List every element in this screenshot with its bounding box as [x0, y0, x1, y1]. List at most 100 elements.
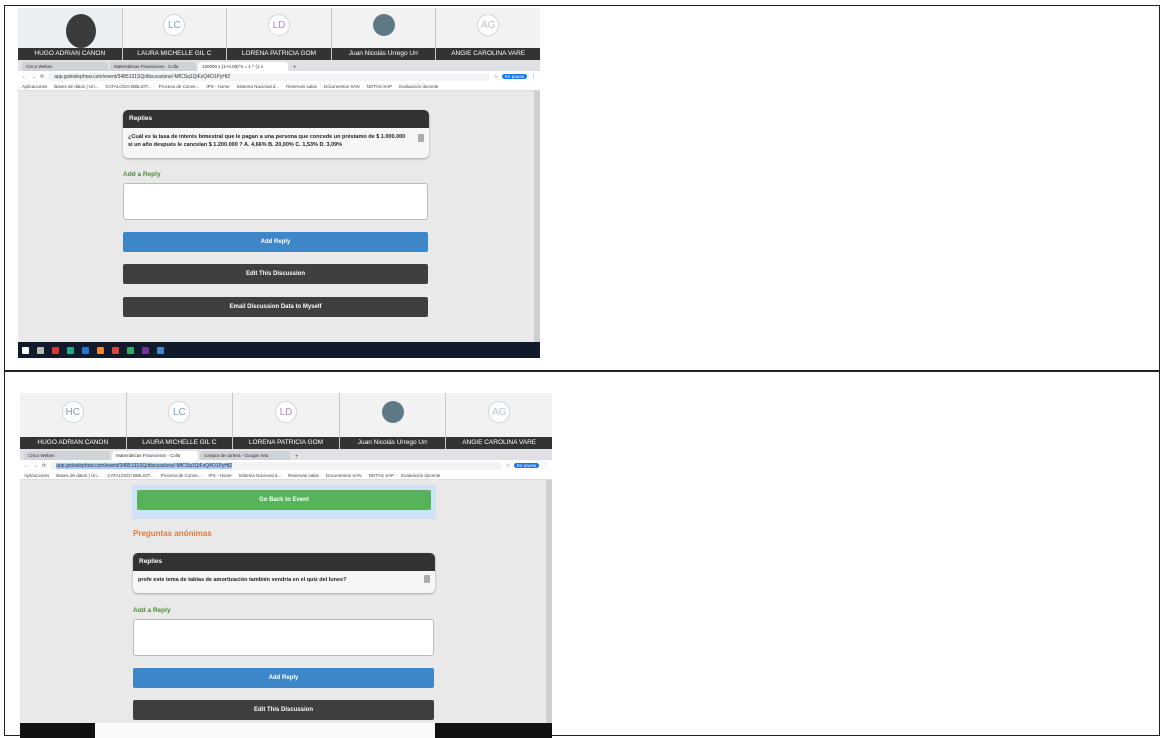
- bookmark[interactable]: CATALOGO BIBLIOT...: [107, 473, 153, 478]
- bookmark[interactable]: CATALOGO BIBLIOT...: [105, 84, 151, 89]
- reload-icon[interactable]: ⟳: [40, 74, 44, 80]
- participant-tile[interactable]: Juan Nicolás Urrego Urr: [331, 8, 437, 60]
- browser-chrome: Cisco Webex Matemáticas Financieras - Co…: [18, 60, 540, 91]
- tab-discussion[interactable]: Matemáticas Financieras - Colla: [110, 62, 196, 71]
- add-reply-label: Add a Reply: [133, 607, 171, 614]
- section-title: Preguntas anónimas: [133, 529, 212, 538]
- trash-icon[interactable]: [418, 134, 424, 142]
- bookmark[interactable]: Documentos SAN: [326, 473, 362, 478]
- reply-text: profe este tema de tablas de amortizació…: [138, 577, 347, 583]
- forward-icon[interactable]: →: [33, 463, 38, 469]
- tab-webex[interactable]: Cisco Webex: [22, 62, 108, 71]
- participant-name: LORENA PATRICIA GOM: [227, 48, 331, 60]
- participant-tile[interactable]: HUGO ADRIAN CANON: [18, 8, 123, 60]
- star-icon[interactable]: ☆: [494, 74, 498, 80]
- avatar-photo: [381, 401, 404, 423]
- taskbar-icon[interactable]: [52, 346, 59, 354]
- back-icon[interactable]: ←: [22, 74, 27, 80]
- menu-icon[interactable]: ⋮: [543, 463, 548, 469]
- participant-tile[interactable]: LC LAURA MICHELLE GIL C: [126, 393, 234, 449]
- reload-icon[interactable]: ⟳: [42, 463, 46, 469]
- taskbar-icon[interactable]: [112, 346, 119, 354]
- address-row: ← → ⟳ app.gotoslephow.com/event/3485131S…: [20, 460, 552, 471]
- avatar: HC: [61, 401, 84, 423]
- participant-tile[interactable]: AG ANGIE CAROLINA VARE: [436, 8, 540, 60]
- reply-text: ¿Cuál es la tasa de interés bimestral qu…: [128, 134, 406, 148]
- avatar-photo: [372, 14, 395, 36]
- avatar: LC: [168, 401, 191, 423]
- bookmark[interactable]: Aplicaciones: [22, 84, 47, 89]
- bookmark[interactable]: Evaluación docente: [401, 473, 440, 478]
- tab-webex[interactable]: Cisco Webex: [24, 451, 110, 460]
- bookmark[interactable]: Sistema Nacional d...: [237, 84, 280, 89]
- avatar: AG: [477, 14, 500, 36]
- taskbar: [18, 342, 540, 358]
- go-back-button[interactable]: Go Back to Event: [137, 490, 431, 510]
- taskbar-icon[interactable]: [97, 346, 104, 354]
- participant-tile[interactable]: LD LORENA PATRICIA GOM: [227, 8, 332, 60]
- participant-tile[interactable]: Juan Nicolás Urrego Urr: [339, 393, 447, 449]
- bookmark[interactable]: Bases de datos | Un...: [54, 84, 98, 89]
- edit-discussion-button[interactable]: Edit This Discussion: [133, 700, 434, 720]
- scrollbar[interactable]: [546, 480, 552, 723]
- avatar: AG: [488, 401, 511, 423]
- participant-tile[interactable]: AG ANGIE CAROLINA VARE: [446, 393, 552, 449]
- reply-textarea[interactable]: [133, 619, 434, 656]
- forward-icon[interactable]: →: [31, 74, 36, 80]
- trash-icon[interactable]: [424, 575, 430, 583]
- avatar: LC: [163, 14, 186, 36]
- participant-tile[interactable]: LC LAURA MICHELLE GIL C: [122, 8, 228, 60]
- bookmark[interactable]: IPS - Home: [206, 84, 229, 89]
- taskbar-icon[interactable]: [157, 346, 164, 354]
- tab-active[interactable]: Matemáticas Financieras - Colla: [112, 451, 198, 460]
- bookmark[interactable]: Proceso de Conve...: [159, 84, 200, 89]
- bookmark[interactable]: Reservas salas: [288, 473, 319, 478]
- profile-pill[interactable]: En pausa: [501, 74, 527, 79]
- bookmarks-bar: Aplicaciones Bases de datos | Un... CATA…: [20, 471, 552, 480]
- menu-icon[interactable]: ⋮: [531, 74, 536, 80]
- taskbar-icon[interactable]: [142, 346, 149, 354]
- back-icon[interactable]: ←: [24, 463, 29, 469]
- bookmark[interactable]: Documentos SAN: [324, 84, 360, 89]
- bookmark[interactable]: Proceso de Conve...: [161, 473, 202, 478]
- bookmarks-bar: Aplicaciones Bases de datos | Un... CATA…: [18, 82, 540, 91]
- email-discussion-button[interactable]: Email Discussion Data to Myself: [123, 297, 428, 317]
- bookmark[interactable]: Evaluación docente: [399, 84, 438, 89]
- participant-name: ANGIE CAROLINA VARE: [436, 48, 540, 60]
- taskbar-icon[interactable]: [37, 346, 44, 354]
- address-row: ← → ⟳ app.gotoslephow.com/event/3485131S…: [18, 71, 540, 82]
- participant-name: LORENA PATRICIA GOM: [233, 437, 339, 449]
- browser-chrome: Cisco Webex Matemáticas Financieras - Co…: [20, 449, 552, 480]
- screenshot-bottom: HC HUGO ADRIAN CANON LC LAURA MICHELLE G…: [20, 393, 552, 738]
- new-tab-icon[interactable]: +: [290, 65, 297, 71]
- bookmark[interactable]: Aplicaciones: [24, 473, 49, 478]
- star-icon[interactable]: ☆: [506, 463, 510, 469]
- add-reply-label: Add a Reply: [123, 171, 161, 178]
- scrollbar[interactable]: [534, 91, 540, 342]
- participant-tile[interactable]: HC HUGO ADRIAN CANON: [20, 393, 127, 449]
- participant-tile[interactable]: LD LORENA PATRICIA GOM: [233, 393, 340, 449]
- taskbar-icon[interactable]: [127, 346, 134, 354]
- profile-pill[interactable]: En pausa: [513, 463, 539, 468]
- url-bar[interactable]: app.gotoslephow.com/event/3485131SQ/disc…: [48, 72, 490, 81]
- bookmark[interactable]: NOTAS SAP: [367, 84, 392, 89]
- bookmark[interactable]: NOTAS SAP: [369, 473, 394, 478]
- taskbar-icon[interactable]: [82, 346, 89, 354]
- bookmark[interactable]: Bases de datos | Un...: [56, 473, 100, 478]
- url-bar[interactable]: app.gotoslephow.com/event/3485131SQ/disc…: [50, 461, 502, 470]
- url-text-selected: app.gotoslephow.com/event/3485131SQ/disc…: [56, 462, 233, 469]
- add-reply-button[interactable]: Add Reply: [133, 668, 434, 688]
- bookmark[interactable]: IPS - Home: [208, 473, 231, 478]
- bookmark[interactable]: Reservas salas: [286, 84, 317, 89]
- participant-video: [66, 14, 96, 48]
- bookmark[interactable]: Sistema Nacional d...: [239, 473, 282, 478]
- taskbar-icon[interactable]: [67, 346, 74, 354]
- new-tab-icon[interactable]: +: [292, 454, 299, 460]
- tab-search[interactable]: compra de cartera - Google Sea: [200, 451, 290, 460]
- edit-discussion-button[interactable]: Edit This Discussion: [123, 264, 428, 284]
- tab-active[interactable]: 100000 x (1+0.06)^n = 1 ^ (1 x: [198, 62, 288, 71]
- reply-textarea[interactable]: [123, 183, 428, 220]
- participant-name: LAURA MICHELLE GIL C: [126, 437, 233, 449]
- add-reply-button[interactable]: Add Reply: [123, 232, 428, 252]
- start-icon[interactable]: [22, 346, 29, 354]
